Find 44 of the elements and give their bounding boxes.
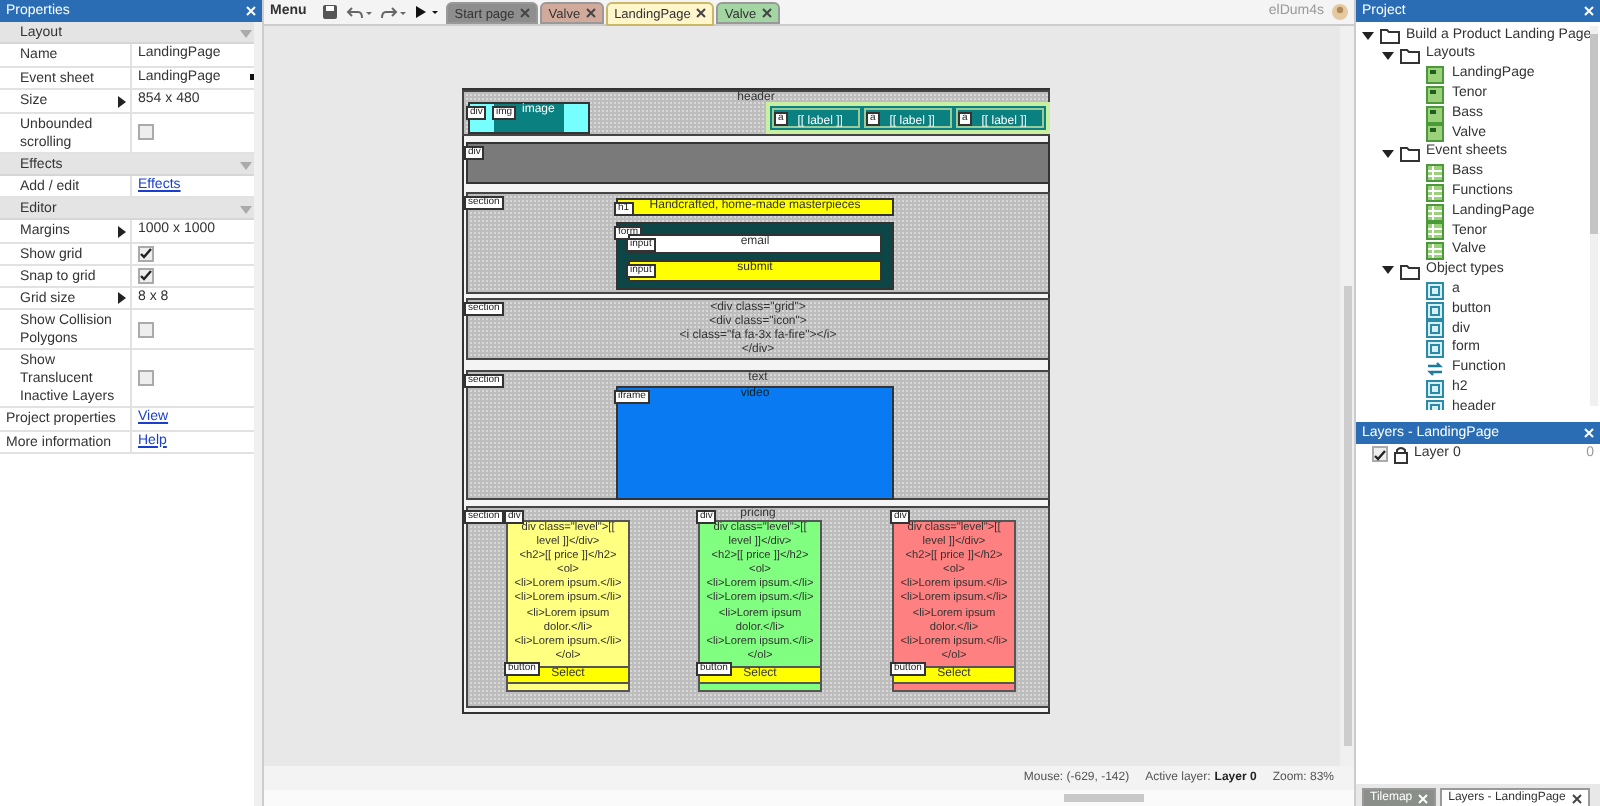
play-icon (414, 4, 439, 20)
close-icon (1584, 5, 1594, 16)
folder-icon (1400, 144, 1420, 163)
tab-close-button[interactable] (1571, 790, 1582, 806)
tab-close-button[interactable] (586, 3, 597, 21)
close-icon (1584, 427, 1594, 438)
expand-icon[interactable] (118, 95, 126, 108)
expand-icon[interactable] (1382, 51, 1394, 60)
event-sheet-icon (1426, 183, 1446, 202)
close-icon (246, 5, 256, 16)
close-icon (1418, 793, 1429, 803)
lock-icon (1394, 445, 1408, 463)
checkbox[interactable] (138, 267, 154, 283)
expand-icon[interactable] (118, 225, 126, 238)
layout-icon (1426, 65, 1446, 84)
checkbox[interactable] (138, 321, 154, 337)
layout-icon (1426, 124, 1446, 143)
close-icon (520, 7, 531, 17)
layout-icon (1426, 105, 1446, 124)
checkbox[interactable] (138, 370, 154, 386)
redo-icon (380, 4, 407, 20)
expand-icon[interactable] (118, 292, 126, 305)
expand-icon[interactable] (1382, 266, 1394, 275)
expand-icon[interactable] (1362, 31, 1374, 40)
close-icon (762, 7, 773, 17)
event-sheet-icon (1426, 203, 1446, 222)
visibility-checkbox[interactable] (1372, 446, 1388, 462)
event-sheet-icon (1426, 222, 1446, 241)
close-icon (696, 8, 707, 18)
undo-icon (346, 4, 373, 20)
tab-close-button[interactable] (696, 3, 707, 23)
tab-close-button[interactable] (762, 3, 773, 21)
function-icon (1426, 359, 1446, 378)
close-icon (1571, 793, 1582, 803)
event-sheet-icon (1426, 242, 1446, 261)
folder-icon (1400, 261, 1420, 280)
avatar-icon (1332, 4, 1348, 20)
layout-icon (1426, 85, 1446, 104)
checkbox[interactable] (138, 124, 154, 140)
expand-icon[interactable] (1382, 149, 1394, 158)
close-icon (586, 7, 597, 17)
event-sheet-icon (1426, 163, 1446, 182)
check-icon (1372, 447, 1388, 461)
checkbox[interactable] (138, 245, 154, 261)
